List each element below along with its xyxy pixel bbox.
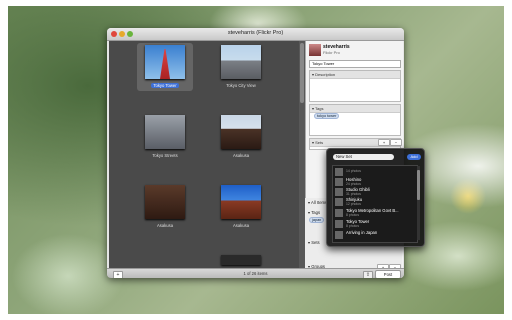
sets-label: Sets (311, 240, 320, 245)
screenshot-frame: steveharris (Flickr Pro) Tokyo Tower Tok… (0, 0, 512, 320)
set-thumbnail (335, 209, 343, 217)
item-count: 1 of 26 items (243, 271, 268, 276)
photo-grid: Tokyo Tower Tokyo City View Tokyo Street… (109, 41, 299, 278)
tags-label: Tags (315, 106, 324, 111)
set-count: 31 photos (346, 192, 361, 196)
photo-image (221, 45, 261, 79)
post-button[interactable]: Post (375, 270, 401, 278)
set-item[interactable]: Shinjuku 12 photos (334, 197, 416, 208)
description-label: Description (315, 72, 336, 77)
set-thumbnail (335, 188, 343, 196)
set-count: 24 photos (346, 182, 361, 186)
photo-thumbnail[interactable]: Asakusa (213, 113, 269, 161)
add-to-set-popover: New Set Add 14 photos Hoshino 24 photos S… (326, 148, 425, 247)
description-section: ▾ Description (309, 70, 401, 102)
set-thumbnail (335, 220, 343, 228)
photo-title-field[interactable]: Tokyo Tower (309, 60, 401, 68)
set-count: 12 photos (346, 202, 361, 206)
photo-thumbnail[interactable]: Asakusa (137, 183, 193, 231)
photo-caption: Tokyo City View (226, 83, 256, 88)
photo-caption: Tokyo Tower (151, 83, 179, 88)
window-title: steveharris (Flickr Pro) (227, 30, 284, 36)
set-thumbnail (335, 178, 343, 186)
tag-token[interactable]: japan (309, 217, 325, 223)
set-count: 8 photos (346, 224, 360, 228)
photo-caption: Tokyo Streets (152, 153, 178, 158)
photo-thumbnail[interactable]: Tokyo City View (213, 43, 269, 91)
tags-section: ▾ Tags tokyo tower (309, 104, 401, 136)
photo-image (145, 45, 185, 79)
photo-image (145, 185, 185, 219)
set-thumbnail (335, 231, 343, 239)
add-set-button[interactable]: Add (407, 154, 421, 160)
photo-image (221, 255, 261, 265)
add-set-button[interactable]: + (378, 139, 390, 146)
window-statusbar: + 1 of 26 items ⇪ Post (107, 268, 404, 278)
sets-list: 14 photos Hoshino 24 photos Studio Ghibli… (332, 165, 418, 243)
sets-label: Sets (315, 140, 324, 145)
upload-icon[interactable]: ⇪ (363, 271, 373, 278)
scroll-thumb[interactable] (417, 170, 420, 200)
photo-caption: Asakusa (232, 223, 250, 228)
set-count: 14 photos (346, 169, 361, 173)
avatar (309, 44, 321, 56)
set-count: 8 photos (346, 213, 360, 217)
remove-set-button[interactable]: − (390, 139, 402, 146)
set-item[interactable]: Tokyo Metropolitan Govt B... 8 photos (334, 208, 416, 219)
tags-label: Tags (311, 210, 321, 215)
set-thumbnail (335, 198, 343, 206)
sets-scrollbar[interactable] (417, 166, 420, 240)
all-items-label: All Items (311, 200, 328, 205)
photo-image (221, 185, 261, 219)
scroll-thumb[interactable] (300, 43, 304, 103)
photo-caption: Asakusa (232, 153, 250, 158)
set-item[interactable]: Tokyo Tower 8 photos (334, 219, 416, 230)
photo-thumbnail[interactable]: Tokyo Streets (137, 113, 193, 161)
tag-token[interactable]: tokyo tower (314, 113, 340, 119)
set-item[interactable]: Arriving in Japan (334, 230, 416, 241)
set-thumbnail (335, 168, 343, 176)
photo-caption: Asakusa (156, 223, 174, 228)
set-name: Arriving in Japan (346, 230, 378, 235)
new-set-input[interactable]: New Set (333, 154, 394, 160)
photo-image (145, 115, 185, 149)
title-bar[interactable]: steveharris (Flickr Pro) (107, 28, 404, 41)
photo-thumbnail[interactable]: Tokyo Tower (137, 43, 193, 91)
photo-thumbnail[interactable]: Asakusa (213, 183, 269, 231)
user-account-type: Flickr Pro (323, 50, 340, 55)
photo-image (221, 115, 261, 149)
